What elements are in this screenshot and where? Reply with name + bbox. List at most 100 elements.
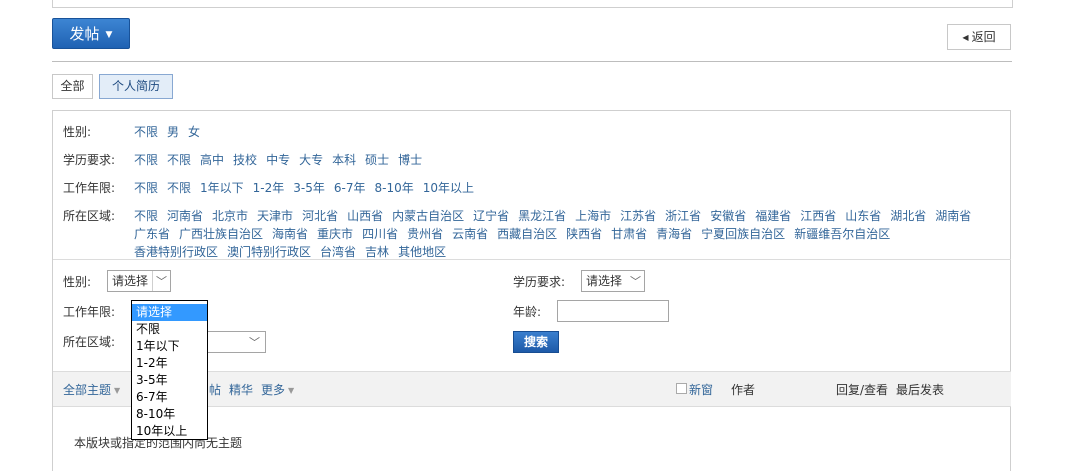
filter-option[interactable]: 高中 bbox=[200, 153, 224, 167]
dropdown-option[interactable]: 8-10年 bbox=[132, 406, 207, 423]
filter-option[interactable]: 不限 bbox=[134, 181, 158, 195]
filter-label-gender: 性别: bbox=[63, 125, 92, 139]
dropdown-option[interactable]: 10年以上 bbox=[132, 423, 207, 440]
filter-option[interactable]: 海南省 bbox=[272, 227, 308, 241]
filter-option[interactable]: 其他地区 bbox=[398, 245, 446, 259]
more-menu[interactable]: 更多 ▼ bbox=[261, 381, 294, 398]
reply-view-column: 回复/查看 bbox=[836, 383, 889, 397]
filter-option[interactable]: 山东省 bbox=[845, 209, 881, 223]
filter-option[interactable]: 天津市 bbox=[257, 209, 293, 223]
filter-option[interactable]: 硕士 bbox=[365, 153, 389, 167]
filter-option[interactable]: 中专 bbox=[266, 153, 290, 167]
filter-option[interactable]: 安徽省 bbox=[710, 209, 746, 223]
filter-option[interactable]: 技校 bbox=[233, 153, 257, 167]
more-label: 更多 bbox=[261, 383, 286, 397]
dropdown-option[interactable]: 不限 bbox=[132, 321, 207, 338]
filter-option[interactable]: 广东省 bbox=[134, 227, 170, 241]
filter-option[interactable]: 男 bbox=[167, 125, 179, 139]
education-select[interactable]: 请选择 ﹀ bbox=[581, 270, 645, 292]
experience-dropdown[interactable]: 请选择 不限 1年以下 1-2年 3-5年 6-7年 8-10年 10年以上 bbox=[131, 300, 208, 440]
dropdown-option[interactable]: 6-7年 bbox=[132, 389, 207, 406]
partial-filter-link[interactable]: 帖 bbox=[209, 381, 221, 398]
filter-option[interactable]: 湖北省 bbox=[890, 209, 926, 223]
back-button-label: 返回 bbox=[971, 30, 996, 44]
gender-select-value: 请选择 bbox=[112, 274, 149, 288]
filter-option[interactable]: 不限 bbox=[167, 153, 191, 167]
filter-option[interactable]: 广西壮族自治区 bbox=[179, 227, 263, 241]
filter-option[interactable]: 1-2年 bbox=[253, 181, 285, 195]
digest-link[interactable]: 精华 bbox=[229, 381, 253, 398]
filter-option[interactable]: 陕西省 bbox=[566, 227, 602, 241]
tab-resume[interactable]: 个人简历 bbox=[99, 74, 173, 99]
filter-option[interactable]: 青海省 bbox=[656, 227, 692, 241]
filter-option[interactable]: 新疆维吾尔自治区 bbox=[794, 227, 890, 241]
education-select-value: 请选择 bbox=[586, 274, 623, 288]
filter-option[interactable]: 河北省 bbox=[302, 209, 338, 223]
new-window-label[interactable]: 新窗 bbox=[689, 381, 713, 398]
filter-option[interactable]: 台湾省 bbox=[320, 245, 356, 259]
search-button[interactable]: 搜索 bbox=[513, 331, 559, 353]
region-label: 所在区域: bbox=[63, 335, 116, 349]
caret-down-icon: ▼ bbox=[114, 386, 121, 395]
triangle-left-icon: ◀ bbox=[962, 33, 969, 42]
filter-option[interactable]: 澳门特别行政区 bbox=[227, 245, 311, 259]
last-post-column: 最后发表 bbox=[896, 383, 945, 397]
dropdown-option[interactable]: 3-5年 bbox=[132, 372, 207, 389]
filter-option[interactable]: 山西省 bbox=[347, 209, 383, 223]
filter-option[interactable]: 香港特别行政区 bbox=[134, 245, 218, 259]
all-topics-menu[interactable]: 全部主题 ▼ bbox=[63, 381, 120, 398]
filter-option[interactable]: 大专 bbox=[299, 153, 323, 167]
filter-option[interactable]: 8-10年 bbox=[375, 181, 414, 195]
filter-option[interactable]: 6-7年 bbox=[334, 181, 366, 195]
filter-option[interactable]: 1年以下 bbox=[200, 181, 244, 195]
filter-option[interactable]: 辽宁省 bbox=[473, 209, 509, 223]
dropdown-option[interactable]: 请选择 bbox=[132, 304, 207, 321]
gender-label: 性别: bbox=[63, 275, 92, 289]
dropdown-option[interactable]: 1年以下 bbox=[132, 338, 207, 355]
age-input[interactable] bbox=[557, 300, 669, 322]
all-topics-label: 全部主题 bbox=[63, 383, 112, 397]
filter-option[interactable]: 内蒙古自治区 bbox=[392, 209, 464, 223]
filter-option[interactable]: 浙江省 bbox=[665, 209, 701, 223]
filter-option[interactable]: 博士 bbox=[398, 153, 422, 167]
filter-option[interactable]: 西藏自治区 bbox=[497, 227, 557, 241]
experience-label: 工作年限: bbox=[63, 305, 116, 319]
filter-option[interactable]: 本科 bbox=[332, 153, 356, 167]
filter-option[interactable]: 重庆市 bbox=[317, 227, 353, 241]
filter-option[interactable]: 上海市 bbox=[575, 209, 611, 223]
filter-options-region: 不限 河南省 北京市 天津市 河北省 山西省 内蒙古自治区 辽宁省 黑龙江省 上海市 江苏省 浙江省安… bbox=[134, 207, 984, 261]
filter-option[interactable]: 不限 bbox=[134, 209, 158, 223]
filter-option[interactable]: 甘肃省 bbox=[611, 227, 647, 241]
filter-option[interactable]: 黑龙江省 bbox=[518, 209, 566, 223]
top-container bbox=[52, 0, 1013, 8]
filter-option[interactable]: 不限 bbox=[134, 153, 158, 167]
caret-down-icon: ▼ bbox=[105, 30, 113, 40]
filter-option[interactable]: 湖南省 bbox=[935, 209, 971, 223]
dropdown-option[interactable]: 1-2年 bbox=[132, 355, 207, 372]
filter-option[interactable]: 河南省 bbox=[167, 209, 203, 223]
filter-option[interactable]: 女 bbox=[188, 125, 200, 139]
filter-option[interactable]: 3-5年 bbox=[293, 181, 325, 195]
filter-option[interactable]: 吉林 bbox=[365, 245, 389, 259]
filter-divider bbox=[53, 259, 1011, 260]
filter-option[interactable]: 江苏省 bbox=[620, 209, 656, 223]
new-window-checkbox[interactable] bbox=[676, 383, 687, 394]
filter-option[interactable]: 不限 bbox=[134, 125, 158, 139]
filter-option[interactable]: 不限 bbox=[167, 181, 191, 195]
post-button[interactable]: 发帖 ▼ bbox=[52, 18, 130, 49]
filter-option[interactable]: 四川省 bbox=[362, 227, 398, 241]
filter-options-experience: 不限 不限 1年以下 1-2年 3-5年 6-7年 8-10年 10年以上 bbox=[134, 179, 984, 197]
chevron-down-icon: ﹀ bbox=[249, 336, 260, 349]
filter-option[interactable]: 福建省 bbox=[755, 209, 791, 223]
back-button[interactable]: ◀ 返回 bbox=[947, 24, 1011, 50]
filter-option[interactable]: 云南省 bbox=[452, 227, 488, 241]
filter-option[interactable]: 贵州省 bbox=[407, 227, 443, 241]
filter-option[interactable]: 宁夏回族自治区 bbox=[701, 227, 785, 241]
header-divider bbox=[52, 61, 1012, 62]
filter-option[interactable]: 北京市 bbox=[212, 209, 248, 223]
gender-select[interactable]: 请选择 ﹀ bbox=[107, 270, 171, 292]
filter-option[interactable]: 10年以上 bbox=[423, 181, 474, 195]
filter-label-education: 学历要求: bbox=[63, 153, 116, 167]
tab-all[interactable]: 全部 bbox=[52, 74, 93, 99]
filter-option[interactable]: 江西省 bbox=[800, 209, 836, 223]
